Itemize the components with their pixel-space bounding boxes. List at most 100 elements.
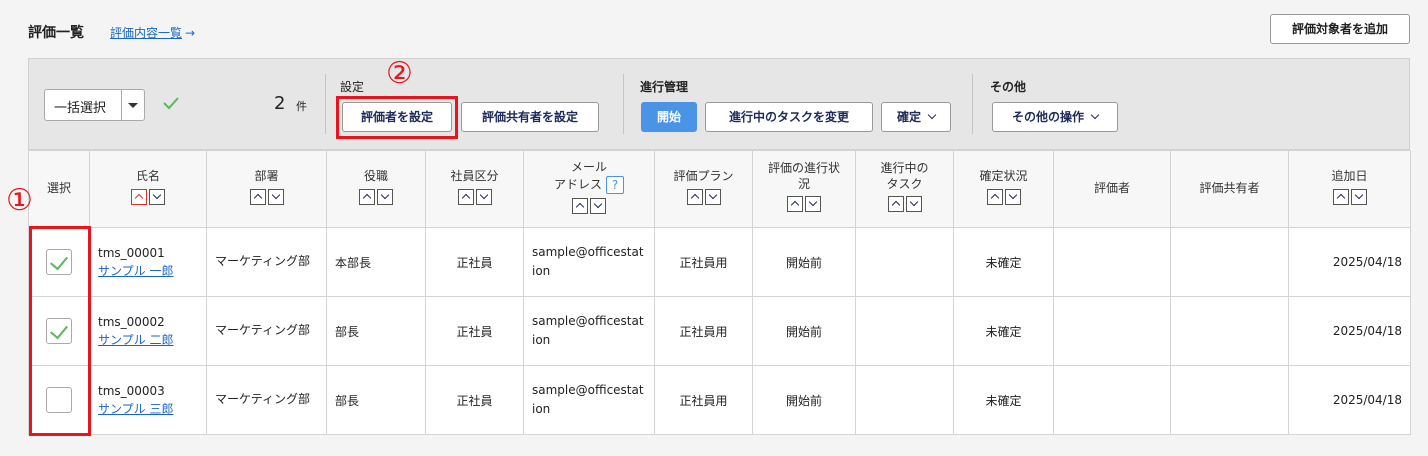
confirm-dropdown[interactable]: 確定 [881,102,951,132]
caret-down-icon [128,103,138,108]
row-checkbox[interactable] [46,318,72,344]
bulk-select-dropdown[interactable]: 一括選択 [44,89,145,121]
email-cell: sample@officestation [523,296,655,366]
header-status: 評価の進行状況 [752,150,856,228]
other-ops-dropdown[interactable]: その他の操作 [992,102,1118,132]
sort-asc-icon[interactable] [686,188,703,205]
header-label: タスク [886,176,923,191]
header-label: 確定状況 [979,168,1028,183]
dept-cell: マーケティング部 [206,227,327,297]
task-cell [855,296,954,366]
header-label: 役職 [363,168,388,183]
plan-cell: 正社員用 [654,296,753,366]
sort-asc-icon[interactable] [359,188,375,205]
emp-type-cell: 正社員 [425,227,524,297]
sort-desc-icon[interactable] [905,196,922,213]
position-cell: 本部長 [326,227,426,297]
header-position: 役職 [326,150,426,228]
sort-asc-icon[interactable] [249,188,266,205]
header-label: 部署 [254,168,279,183]
header-label: 評価者 [1093,181,1130,196]
sort-desc-icon[interactable] [1350,188,1367,205]
page-title: 評価一覧 [28,25,84,41]
set-sharer-button[interactable]: 評価共有者を設定 [461,102,599,132]
evaluator-cell [1053,296,1171,366]
set-evaluator-button[interactable]: 評価者を設定 [342,102,452,132]
header-plan: 評価プラン [654,150,753,228]
evaluation-table: 選択 氏名 部署 役職 社員区分 メール アドレス? 評価プラン 評価の進行状況… [28,150,1411,435]
sort-desc-icon[interactable] [805,196,821,213]
header-name: 氏名 [89,150,207,228]
sharer-cell [1170,227,1289,297]
help-icon[interactable]: ? [606,175,624,194]
header-emp-type: 社員区分 [425,150,524,228]
sort-desc-icon[interactable] [590,197,606,214]
start-button[interactable]: 開始 [641,102,697,132]
header-added: 追加日 [1288,150,1411,228]
sort-asc-icon[interactable] [131,188,147,205]
sort-desc-icon[interactable] [377,188,393,205]
sort-asc-icon[interactable] [1332,188,1349,205]
table-row: tms_00001 サンプル 一郎 マーケティング部 本部長 正社員 sample… [28,227,1411,297]
employee-name-link[interactable]: サンプル 三郎 [98,400,198,417]
name-cell: tms_00003 サンプル 三郎 [89,365,207,435]
divider [325,74,326,134]
row-checkbox[interactable] [46,249,72,275]
evaluator-cell [1053,227,1171,297]
sort-asc-icon[interactable] [787,196,803,213]
added-date-cell: 2025/04/18 [1288,365,1411,435]
sort-desc-icon[interactable] [149,188,165,205]
header-label: 評価共有者 [1199,181,1260,196]
header-sharer: 評価共有者 [1170,150,1289,228]
email-cell: sample@officestation [523,365,655,435]
dept-cell: マーケティング部 [206,296,327,366]
sort-controls [686,188,721,205]
evaluation-content-list-link[interactable]: 評価内容一覧 → [110,24,195,41]
arrow-right-icon: → [185,26,196,40]
sort-asc-icon[interactable] [457,188,474,205]
progress-group-label: 進行管理 [640,80,689,94]
header-select: 選択 [28,150,90,228]
header-label: アドレス [553,177,602,191]
check-icon [163,97,179,110]
employee-name-link[interactable]: サンプル 二郎 [98,331,198,348]
bulk-select-label: 一括選択 [54,101,107,116]
selected-count: 2 [274,93,286,114]
status-cell: 開始前 [752,365,856,435]
divider [121,90,122,120]
confirm-dropdown-label: 確定 [896,110,921,124]
sort-desc-icon[interactable] [267,188,284,205]
confirm-cell: 未確定 [953,365,1054,435]
row-checkbox[interactable] [46,387,72,413]
name-cell: tms_00001 サンプル 一郎 [89,227,207,297]
header-label: 選択 [46,181,71,196]
add-evaluatee-button[interactable]: 評価対象者を追加 [1270,14,1410,44]
plan-cell: 正社員用 [654,365,753,435]
sort-asc-icon[interactable] [887,196,904,213]
header-dept: 部署 [206,150,327,228]
emp-type-cell: 正社員 [425,296,524,366]
sort-desc-icon[interactable] [704,188,721,205]
sort-desc-icon[interactable] [1004,188,1021,205]
status-cell: 開始前 [752,296,856,366]
confirm-cell: 未確定 [953,296,1054,366]
position-cell: 部長 [326,365,426,435]
change-task-button[interactable]: 進行中のタスクを変更 [705,102,873,132]
table-header-row: 選択 氏名 部署 役職 社員区分 メール アドレス? 評価プラン 評価の進行状況… [28,150,1411,228]
annotation-marker-1: ① [6,183,33,218]
annotation-marker-2: ② [386,56,413,91]
sharer-cell [1170,296,1289,366]
sort-controls [887,196,922,213]
sort-desc-icon[interactable] [475,188,492,205]
sort-controls [572,197,606,214]
sort-controls [457,188,492,205]
dept-cell: マーケティング部 [206,365,327,435]
sort-asc-icon[interactable] [572,197,588,214]
sort-asc-icon[interactable] [986,188,1003,205]
header-label: 氏名 [135,168,160,183]
header-label: 進行中の [880,161,929,176]
select-cell [28,365,90,435]
table-row: tms_00003 サンプル 三郎 マーケティング部 部長 正社員 sample@… [28,365,1411,435]
employee-name-link[interactable]: サンプル 一郎 [98,262,198,279]
header-email: メール アドレス? [523,150,655,228]
